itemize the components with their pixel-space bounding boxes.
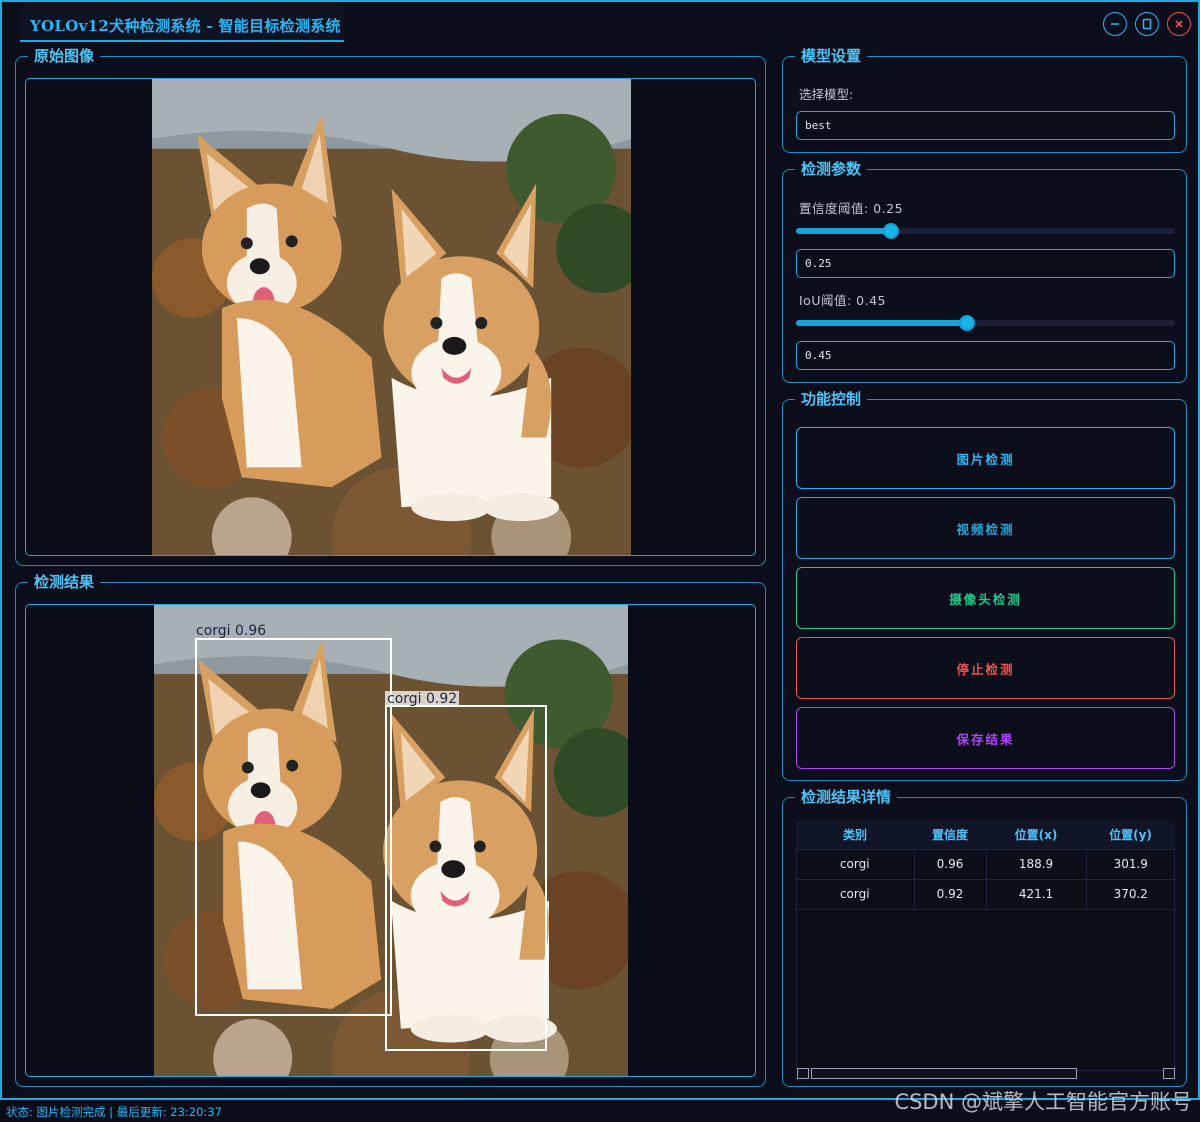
model-settings-panel: 模型设置 选择模型: best [782,45,1187,153]
table-cell: 370.2 [1086,879,1175,910]
iou-slider-fill [796,320,967,326]
iou-slider[interactable] [796,315,1175,331]
maximize-button[interactable] [1135,12,1159,36]
column-header[interactable]: 位置(x) [986,821,1086,850]
window-title: YOLOv12犬种检测系统 - 智能目标检测系统 [30,17,341,35]
original-image-frame [25,78,756,556]
model-settings-title: 模型设置 [795,45,868,66]
scrollbar-thumb[interactable] [811,1068,1077,1079]
function-control-title: 功能控制 [795,388,868,409]
iou-label: IoU阈值: 0.45 [799,293,887,308]
confidence-label: 置信度阈值: 0.25 [799,201,904,216]
watermark: CSDN @斌擎人工智能官方账号 [894,1090,1192,1114]
table-cell: 0.92 [914,879,987,910]
maximize-icon [1142,18,1152,30]
minimize-button[interactable] [1103,12,1127,36]
title-tab: YOLOv12犬种检测系统 - 智能目标检测系统 [20,6,344,42]
horizontal-scrollbar[interactable] [797,1067,1175,1080]
confidence-input[interactable]: 0.25 [796,249,1175,278]
column-header[interactable]: 置信度 [914,821,986,850]
table-row[interactable]: corgi 0.92 421.1 370.2 [796,879,1175,910]
original-image [152,79,631,555]
detection-label: corgi 0.96 [196,623,267,639]
table-cell: 188.9 [986,849,1087,880]
column-header[interactable]: 位置(y) [1086,821,1175,850]
select-model-label: 选择模型: [799,87,854,102]
confidence-slider-handle[interactable] [882,223,899,239]
original-image-title: 原始图像 [28,45,101,66]
close-button[interactable] [1167,12,1191,36]
title-bar: YOLOv12犬种检测系统 - 智能目标检测系统 [2,2,1198,44]
model-select[interactable]: best [796,111,1175,140]
image-detect-button[interactable]: 图片检测 [796,427,1175,489]
column-header[interactable]: 类别 [796,821,914,850]
table-cell: 301.9 [1086,849,1175,880]
camera-detect-button[interactable]: 摄像头检测 [796,567,1175,629]
detection-details-title: 检测结果详情 [795,786,898,807]
detection-details-panel: 检测结果详情 类别 置信度 位置(x) 位置(y) corgi 0.96 188… [782,786,1187,1087]
detection-box [385,705,547,1051]
table-cell: corgi [796,879,915,910]
table-cell: 421.1 [986,879,1087,910]
detection-box [195,638,392,1016]
detection-label: corgi 0.92 [385,691,460,707]
save-result-button[interactable]: 保存结果 [796,707,1175,769]
result-image-frame: corgi 0.96 corgi 0.92 [25,604,756,1077]
table-row[interactable]: corgi 0.96 188.9 301.9 [796,849,1175,880]
video-detect-button[interactable]: 视频检测 [796,497,1175,559]
original-image-panel: 原始图像 [15,45,766,566]
result-image-panel: 检测结果 corgi 0.96 corgi 0.92 [15,571,766,1087]
scroll-right-button[interactable] [1163,1068,1175,1079]
iou-input[interactable]: 0.45 [796,341,1175,370]
table-cell: corgi [796,849,915,880]
minimize-icon [1111,23,1119,25]
detection-params-title: 检测参数 [795,158,868,179]
detection-params-panel: 检测参数 置信度阈值: 0.25 0.25 IoU阈值: 0.45 0.45 [782,158,1187,383]
stop-detect-button[interactable]: 停止检测 [796,637,1175,699]
scroll-left-button[interactable] [797,1068,809,1079]
iou-slider-handle[interactable] [958,315,975,331]
table-cell: 0.96 [914,849,987,880]
close-icon [1175,20,1183,28]
function-control-panel: 功能控制 图片检测 视频检测 摄像头检测 停止检测 保存结果 [782,388,1187,781]
result-image-title: 检测结果 [28,571,101,592]
details-table: 类别 置信度 位置(x) 位置(y) corgi 0.96 188.9 301.… [796,821,1175,910]
app-window: YOLOv12犬种检测系统 - 智能目标检测系统 原始图像 检测结果 corgi… [0,0,1200,1100]
confidence-slider-fill [796,228,891,234]
confidence-slider[interactable] [796,223,1175,239]
